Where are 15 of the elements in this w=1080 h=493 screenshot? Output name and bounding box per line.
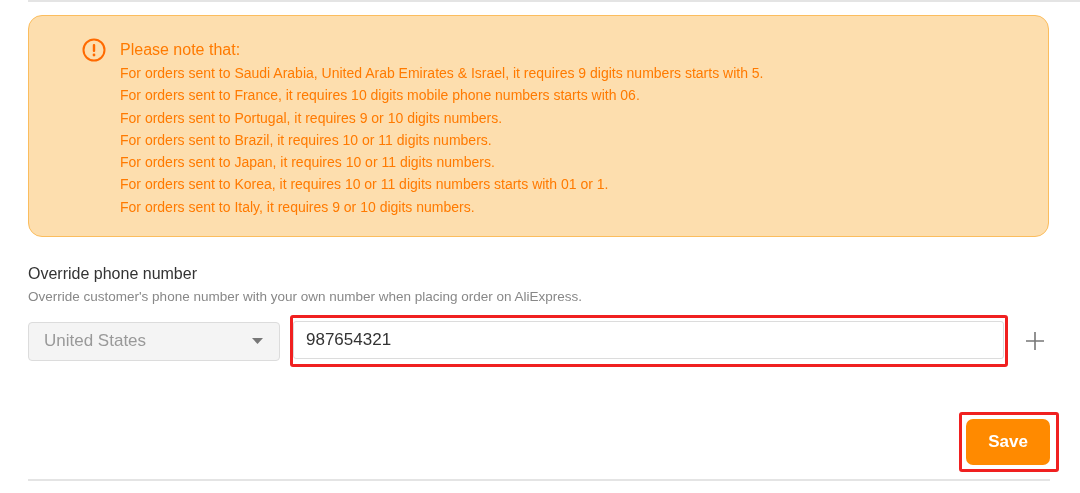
save-button[interactable]: Save [966, 419, 1050, 465]
notice-line: For orders sent to Japan, it requires 10 or 11 digits numbers. [120, 153, 496, 173]
notice-line: For orders sent to France, it requires 10 digits mobile phone numbers starts with 06. [120, 86, 641, 106]
exclamation-icon [82, 38, 106, 62]
section-description: Override customer's phone number with your own number when placing order on AliExpress. [28, 289, 584, 304]
notice-line: For orders sent to Korea, it requires 10 or 11 digits numbers starts with 01 or 1. [120, 175, 610, 195]
notice-line: For orders sent to Portugal, it requires 9 or 10 digits numbers. [120, 108, 504, 128]
caret-icon [252, 338, 263, 344]
notice-title: Please note that: [120, 40, 242, 60]
section-title: Override phone number [28, 265, 198, 283]
phone-field[interactable]: 987654321 [293, 321, 1004, 359]
notice-line: For orders sent to Saudi Arabia, United Arab Emirates & Israel, it requires 9 digits numbers starts with 5. [120, 64, 764, 83]
plus-icon[interactable] [1026, 332, 1044, 350]
notice-line: For orders sent to Italy, it requires 9 or 10 digits numbers. [120, 197, 476, 217]
notice-line: For orders sent to Brazil, it requires 10 or 11 digits numbers. [120, 130, 493, 150]
